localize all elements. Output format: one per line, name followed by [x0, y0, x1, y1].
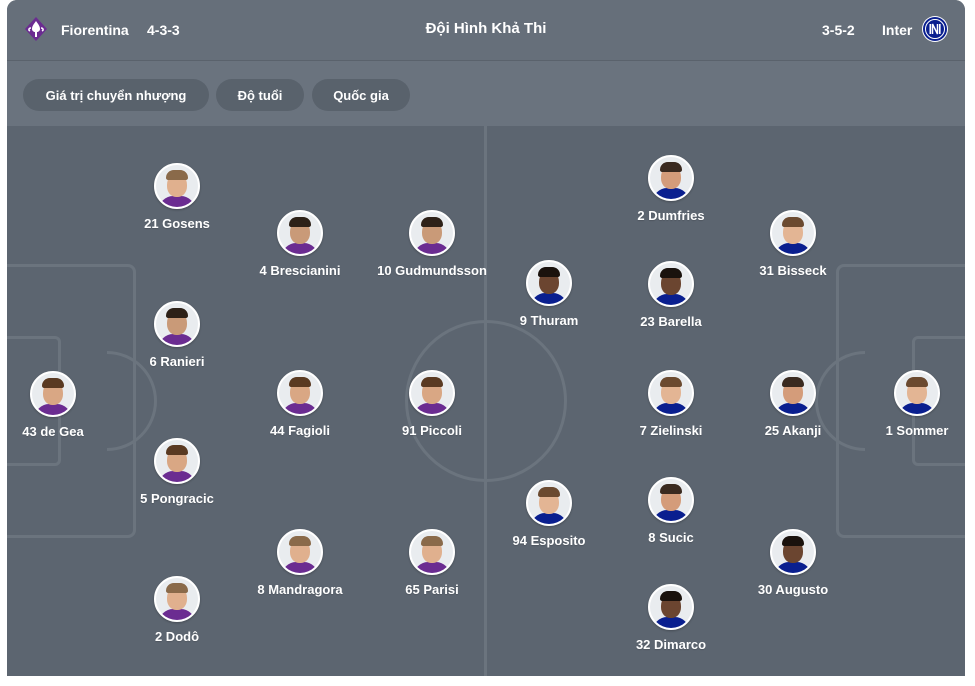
player-avatar[interactable] — [409, 529, 455, 575]
player-avatar[interactable] — [770, 370, 816, 416]
player-avatar[interactable] — [526, 260, 572, 306]
home-player-21-gosens[interactable]: 21 Gosens — [107, 163, 247, 231]
player-name: 2 Dumfries — [637, 208, 705, 223]
player-avatar[interactable] — [648, 477, 694, 523]
player-avatar[interactable] — [154, 576, 200, 622]
player-name: 32 Dimarco — [635, 637, 707, 652]
home-player-8-mandragora[interactable]: 8 Mandragora — [230, 529, 370, 597]
player-avatar[interactable] — [648, 370, 694, 416]
player-name: 10 Gudmundsson — [377, 263, 487, 278]
player-avatar[interactable] — [894, 370, 940, 416]
player-name: 23 Barella — [640, 314, 702, 329]
player-name: 65 Parisi — [405, 582, 459, 597]
home-player-2-dodo[interactable]: 2 Dodô — [107, 576, 247, 644]
away-player-9-thuram[interactable]: 9 Thuram — [479, 260, 619, 328]
away-team-name[interactable]: Inter — [882, 22, 912, 38]
player-avatar[interactable] — [648, 261, 694, 307]
player-avatar[interactable] — [526, 480, 572, 526]
player-avatar[interactable] — [277, 370, 323, 416]
player-avatar[interactable] — [770, 529, 816, 575]
away-player-30-augusto[interactable]: 30 Augusto — [723, 529, 863, 597]
away-player-1-sommer[interactable]: 1 Sommer — [847, 370, 965, 438]
player-avatar[interactable] — [277, 529, 323, 575]
home-player-91-piccoli[interactable]: 91 Piccoli — [362, 370, 502, 438]
away-player-94-esposito[interactable]: 94 Esposito — [479, 480, 619, 548]
player-avatar[interactable] — [154, 438, 200, 484]
lineup-header: Fiorentina 4-3-3 Đội Hình Khả Thi 3-5-2 … — [7, 0, 965, 60]
home-player-4-brescianini[interactable]: 4 Brescianini — [230, 210, 370, 278]
player-name: 31 Bisseck — [759, 263, 827, 278]
filter-country-button[interactable]: Quốc gia — [312, 79, 410, 111]
player-name: 7 Zielinski — [639, 423, 703, 438]
away-player-7-zielinski[interactable]: 7 Zielinski — [601, 370, 741, 438]
player-avatar[interactable] — [409, 370, 455, 416]
player-name: 4 Brescianini — [259, 263, 341, 278]
player-name: 44 Fagioli — [270, 423, 330, 438]
player-name: 9 Thuram — [519, 313, 579, 328]
away-player-32-dimarco[interactable]: 32 Dimarco — [601, 584, 741, 652]
player-name: 1 Sommer — [885, 423, 949, 438]
player-name: 94 Esposito — [512, 533, 586, 548]
away-formation: 3-5-2 — [822, 22, 855, 38]
player-avatar[interactable] — [648, 155, 694, 201]
home-player-44-fagioli[interactable]: 44 Fagioli — [230, 370, 370, 438]
away-player-31-bisseck[interactable]: 31 Bisseck — [723, 210, 863, 278]
home-player-5-pongracic[interactable]: 5 Pongracic — [107, 438, 247, 506]
player-name: 8 Mandragora — [257, 582, 343, 597]
player-avatar[interactable] — [30, 371, 76, 417]
filter-age-button[interactable]: Độ tuổi — [216, 79, 304, 111]
player-name: 8 Sucic — [648, 530, 694, 545]
player-name: 30 Augusto — [757, 582, 829, 597]
player-name: 2 Dodô — [154, 629, 200, 644]
player-name: 5 Pongracic — [140, 491, 214, 506]
home-player-6-ranieri[interactable]: 6 Ranieri — [107, 301, 247, 369]
player-name: 91 Piccoli — [402, 423, 462, 438]
player-name: 6 Ranieri — [149, 354, 205, 369]
player-avatar[interactable] — [154, 163, 200, 209]
away-player-25-akanji[interactable]: 25 Akanji — [723, 370, 863, 438]
player-name: 25 Akanji — [764, 423, 822, 438]
away-player-2-dumfries[interactable]: 2 Dumfries — [601, 155, 741, 223]
lineup-panel: Fiorentina 4-3-3 Đội Hình Khả Thi 3-5-2 … — [7, 0, 965, 676]
player-avatar[interactable] — [277, 210, 323, 256]
player-avatar[interactable] — [409, 210, 455, 256]
filter-bar: Giá trị chuyển nhượng Độ tuổi Quốc gia — [7, 60, 965, 127]
player-avatar[interactable] — [648, 584, 694, 630]
away-player-23-barella[interactable]: 23 Barella — [601, 261, 741, 329]
filter-market-value-button[interactable]: Giá trị chuyển nhượng — [23, 79, 209, 111]
player-name: 43 de Gea — [22, 424, 84, 439]
player-avatar[interactable] — [770, 210, 816, 256]
inter-logo-icon[interactable] — [922, 16, 948, 42]
player-avatar[interactable] — [154, 301, 200, 347]
away-player-8-sucic[interactable]: 8 Sucic — [601, 477, 741, 545]
home-player-43-de-gea[interactable]: 43 de Gea — [7, 371, 123, 439]
player-name: 21 Gosens — [144, 216, 210, 231]
